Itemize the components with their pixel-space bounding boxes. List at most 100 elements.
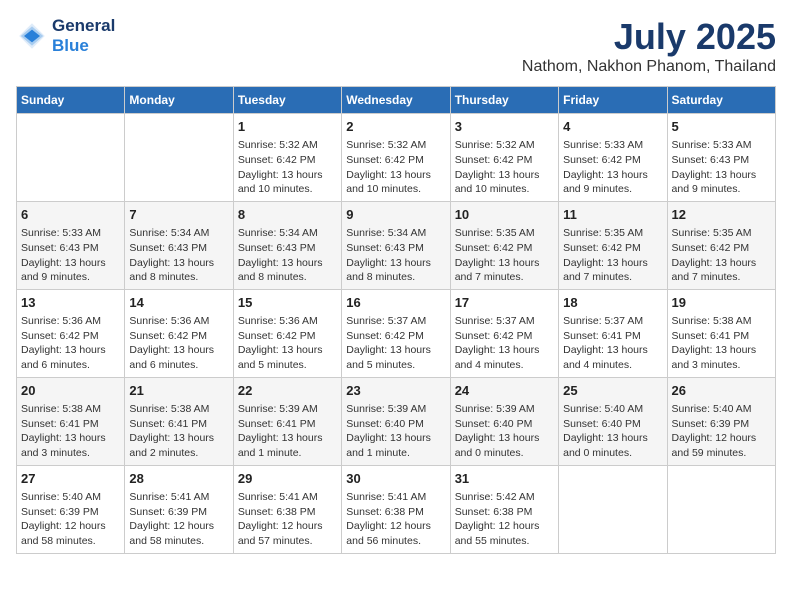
calendar-cell: 9 Sunrise: 5:34 AM Sunset: 6:43 PM Daylig…	[342, 201, 450, 289]
calendar-cell: 3 Sunrise: 5:32 AM Sunset: 6:42 PM Daylig…	[450, 114, 558, 202]
day-number: 14	[129, 294, 228, 312]
calendar-cell: 11 Sunrise: 5:35 AM Sunset: 6:42 PM Dayli…	[559, 201, 667, 289]
cell-info: Sunrise: 5:35 AM Sunset: 6:42 PM Dayligh…	[672, 226, 771, 285]
day-number: 28	[129, 470, 228, 488]
title-block: July 2025 Nathom, Nakhon Phanom, Thailan…	[522, 16, 776, 76]
day-number: 16	[346, 294, 445, 312]
cell-info: Sunrise: 5:41 AM Sunset: 6:39 PM Dayligh…	[129, 490, 228, 549]
day-number: 17	[455, 294, 554, 312]
day-number: 4	[563, 118, 662, 136]
calendar-cell: 10Sunrise: 5:35 AM Sunset: 6:42 PM Dayli…	[450, 201, 558, 289]
header-tuesday: Tuesday	[233, 87, 341, 114]
cell-info: Sunrise: 5:38 AM Sunset: 6:41 PM Dayligh…	[129, 402, 228, 461]
calendar-week-row: 13 Sunrise: 5:36 AM Sunset: 6:42 PM Dayli…	[17, 289, 776, 377]
day-number: 22	[238, 382, 337, 400]
cell-info: Sunrise: 5:39 AM Sunset: 6:41 PM Dayligh…	[238, 402, 337, 461]
logo-icon	[16, 20, 48, 52]
location-title: Nathom, Nakhon Phanom, Thailand	[522, 58, 776, 76]
calendar-cell: 5 Sunrise: 5:33 AM Sunset: 6:43 PM Daylig…	[667, 114, 775, 202]
calendar-table: SundayMondayTuesdayWednesdayThursdayFrid…	[16, 86, 776, 554]
day-number: 13	[21, 294, 120, 312]
day-number: 5	[672, 118, 771, 136]
cell-info: Sunrise: 5:37 AM Sunset: 6:41 PM Dayligh…	[563, 314, 662, 373]
calendar-cell: 28 Sunrise: 5:41 AM Sunset: 6:39 PM Dayli…	[125, 465, 233, 553]
cell-info: Sunrise: 5:32 AM Sunset: 6:42 PM Dayligh…	[346, 138, 445, 197]
calendar-cell: 27 Sunrise: 5:40 AM Sunset: 6:39 PM Dayli…	[17, 465, 125, 553]
day-number: 30	[346, 470, 445, 488]
calendar-cell: 14 Sunrise: 5:36 AM Sunset: 6:42 PM Dayli…	[125, 289, 233, 377]
day-number: 7	[129, 206, 228, 224]
day-number: 23	[346, 382, 445, 400]
day-number: 11	[563, 206, 662, 224]
day-number: 19	[672, 294, 771, 312]
calendar-cell: 29Sunrise: 5:41 AM Sunset: 6:38 PM Dayli…	[233, 465, 341, 553]
header-thursday: Thursday	[450, 87, 558, 114]
calendar-cell: 6Sunrise: 5:33 AM Sunset: 6:43 PM Daylig…	[17, 201, 125, 289]
cell-info: Sunrise: 5:35 AM Sunset: 6:42 PM Dayligh…	[455, 226, 554, 285]
calendar-cell	[125, 114, 233, 202]
day-number: 29	[238, 470, 337, 488]
calendar-cell: 13 Sunrise: 5:36 AM Sunset: 6:42 PM Dayli…	[17, 289, 125, 377]
calendar-cell: 8 Sunrise: 5:34 AM Sunset: 6:43 PM Daylig…	[233, 201, 341, 289]
header-saturday: Saturday	[667, 87, 775, 114]
cell-info: Sunrise: 5:32 AM Sunset: 6:42 PM Dayligh…	[455, 138, 554, 197]
calendar-cell: 23 Sunrise: 5:39 AM Sunset: 6:40 PM Dayli…	[342, 377, 450, 465]
calendar-week-row: 20Sunrise: 5:38 AM Sunset: 6:41 PM Dayli…	[17, 377, 776, 465]
calendar-cell: 24 Sunrise: 5:39 AM Sunset: 6:40 PM Dayli…	[450, 377, 558, 465]
calendar-week-row: 1Sunrise: 5:32 AM Sunset: 6:42 PM Daylig…	[17, 114, 776, 202]
calendar-cell: 21 Sunrise: 5:38 AM Sunset: 6:41 PM Dayli…	[125, 377, 233, 465]
calendar-week-row: 6Sunrise: 5:33 AM Sunset: 6:43 PM Daylig…	[17, 201, 776, 289]
calendar-cell	[667, 465, 775, 553]
cell-info: Sunrise: 5:34 AM Sunset: 6:43 PM Dayligh…	[238, 226, 337, 285]
cell-info: Sunrise: 5:33 AM Sunset: 6:42 PM Dayligh…	[563, 138, 662, 197]
day-number: 27	[21, 470, 120, 488]
cell-info: Sunrise: 5:36 AM Sunset: 6:42 PM Dayligh…	[129, 314, 228, 373]
calendar-cell: 15Sunrise: 5:36 AM Sunset: 6:42 PM Dayli…	[233, 289, 341, 377]
day-number: 31	[455, 470, 554, 488]
header-monday: Monday	[125, 87, 233, 114]
cell-info: Sunrise: 5:40 AM Sunset: 6:40 PM Dayligh…	[563, 402, 662, 461]
cell-info: Sunrise: 5:36 AM Sunset: 6:42 PM Dayligh…	[21, 314, 120, 373]
cell-info: Sunrise: 5:37 AM Sunset: 6:42 PM Dayligh…	[346, 314, 445, 373]
cell-info: Sunrise: 5:39 AM Sunset: 6:40 PM Dayligh…	[346, 402, 445, 461]
calendar-cell: 16 Sunrise: 5:37 AM Sunset: 6:42 PM Dayli…	[342, 289, 450, 377]
day-number: 8	[238, 206, 337, 224]
cell-info: Sunrise: 5:33 AM Sunset: 6:43 PM Dayligh…	[21, 226, 120, 285]
calendar-cell: 25Sunrise: 5:40 AM Sunset: 6:40 PM Dayli…	[559, 377, 667, 465]
cell-info: Sunrise: 5:36 AM Sunset: 6:42 PM Dayligh…	[238, 314, 337, 373]
cell-info: Sunrise: 5:35 AM Sunset: 6:42 PM Dayligh…	[563, 226, 662, 285]
cell-info: Sunrise: 5:34 AM Sunset: 6:43 PM Dayligh…	[346, 226, 445, 285]
header-sunday: Sunday	[17, 87, 125, 114]
day-number: 24	[455, 382, 554, 400]
day-number: 21	[129, 382, 228, 400]
logo: General Blue	[16, 16, 115, 56]
day-number: 18	[563, 294, 662, 312]
cell-info: Sunrise: 5:33 AM Sunset: 6:43 PM Dayligh…	[672, 138, 771, 197]
calendar-cell	[17, 114, 125, 202]
calendar-week-row: 27 Sunrise: 5:40 AM Sunset: 6:39 PM Dayli…	[17, 465, 776, 553]
month-title: July 2025	[522, 16, 776, 58]
calendar-cell: 1Sunrise: 5:32 AM Sunset: 6:42 PM Daylig…	[233, 114, 341, 202]
header-wednesday: Wednesday	[342, 87, 450, 114]
calendar-cell: 2 Sunrise: 5:32 AM Sunset: 6:42 PM Daylig…	[342, 114, 450, 202]
cell-info: Sunrise: 5:38 AM Sunset: 6:41 PM Dayligh…	[21, 402, 120, 461]
day-number: 9	[346, 206, 445, 224]
calendar-cell: 31 Sunrise: 5:42 AM Sunset: 6:38 PM Dayli…	[450, 465, 558, 553]
calendar-cell: 4 Sunrise: 5:33 AM Sunset: 6:42 PM Daylig…	[559, 114, 667, 202]
calendar-cell: 7 Sunrise: 5:34 AM Sunset: 6:43 PM Daylig…	[125, 201, 233, 289]
cell-info: Sunrise: 5:42 AM Sunset: 6:38 PM Dayligh…	[455, 490, 554, 549]
day-number: 2	[346, 118, 445, 136]
header-friday: Friday	[559, 87, 667, 114]
cell-info: Sunrise: 5:40 AM Sunset: 6:39 PM Dayligh…	[672, 402, 771, 461]
cell-info: Sunrise: 5:40 AM Sunset: 6:39 PM Dayligh…	[21, 490, 120, 549]
logo-text: General Blue	[52, 16, 115, 56]
day-number: 26	[672, 382, 771, 400]
cell-info: Sunrise: 5:34 AM Sunset: 6:43 PM Dayligh…	[129, 226, 228, 285]
day-number: 3	[455, 118, 554, 136]
calendar-cell: 22 Sunrise: 5:39 AM Sunset: 6:41 PM Dayli…	[233, 377, 341, 465]
calendar-cell	[559, 465, 667, 553]
cell-info: Sunrise: 5:38 AM Sunset: 6:41 PM Dayligh…	[672, 314, 771, 373]
day-number: 12	[672, 206, 771, 224]
calendar-cell: 30Sunrise: 5:41 AM Sunset: 6:38 PM Dayli…	[342, 465, 450, 553]
cell-info: Sunrise: 5:39 AM Sunset: 6:40 PM Dayligh…	[455, 402, 554, 461]
